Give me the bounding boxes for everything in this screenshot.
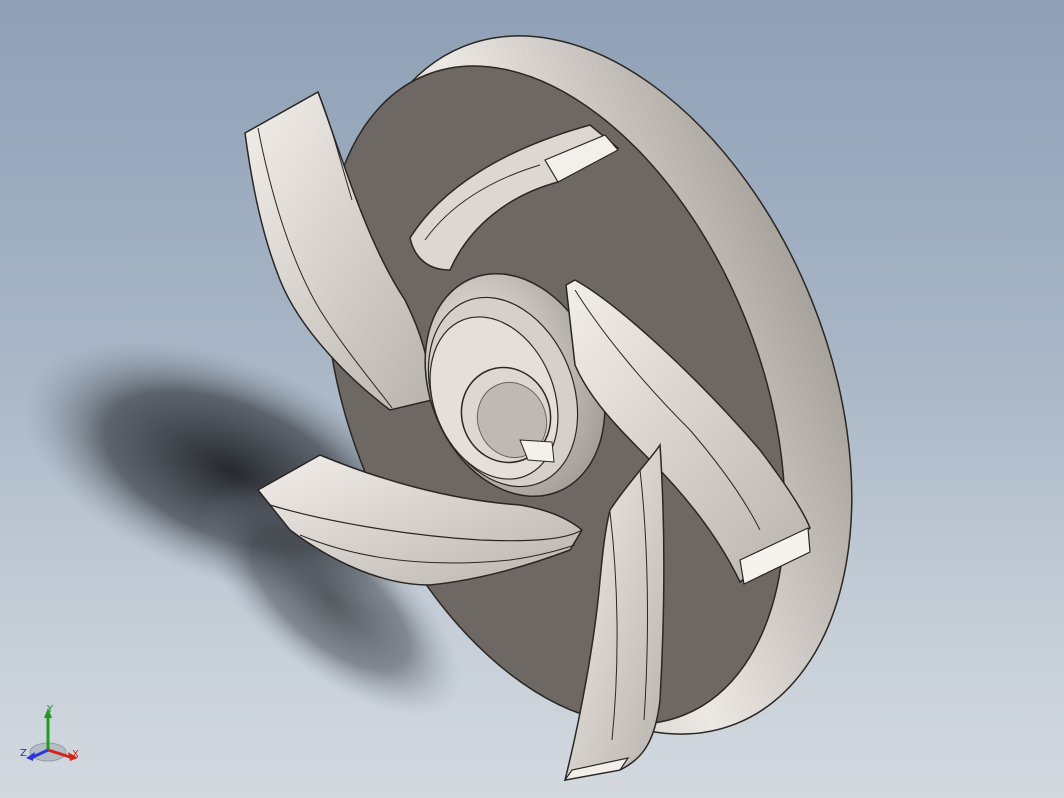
impeller-model[interactable] [0,0,1064,798]
graphics-viewport[interactable]: Y X Z [0,0,1064,798]
triad-x-label: X [72,749,79,760]
triad-z-label: Z [20,748,27,759]
view-orientation-triad[interactable]: Y X Z [18,700,88,772]
triad-y-label: Y [47,704,54,715]
